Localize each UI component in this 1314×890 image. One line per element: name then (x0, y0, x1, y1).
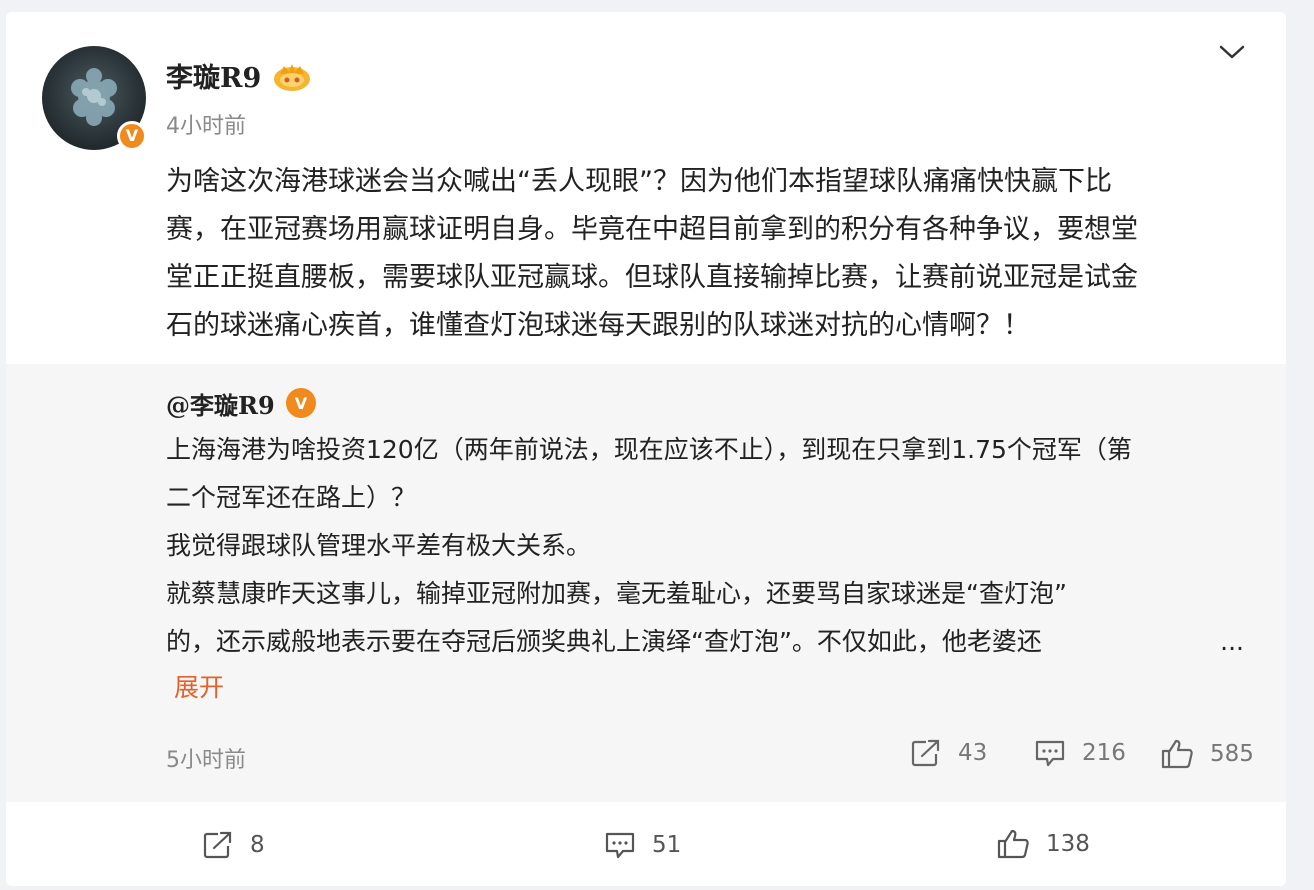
comment-count: 51 (652, 832, 682, 858)
ellipsis: ... (1220, 627, 1244, 656)
post-text-line: 为啥这次海港球迷会当众喊出“丢人现眼”？因为他们本指望球队痛痛快快赢下比 (166, 166, 1112, 197)
expand-link[interactable]: 展开 (174, 668, 224, 704)
repost-comment-button[interactable]: 216 (1034, 738, 1126, 768)
repost-like-count: 585 (1210, 741, 1254, 767)
comment-icon (605, 832, 635, 859)
repost-text: 上海海港为啥投资120亿（两年前说法，现在应该不止），到现在只拿到1.75个冠军… (166, 426, 1266, 666)
repost-like-button[interactable]: 585 (1160, 738, 1254, 770)
like-button[interactable]: 138 (996, 828, 1090, 860)
repost-share-button[interactable]: 43 (910, 738, 987, 768)
comment-button[interactable]: 51 (604, 830, 681, 860)
vip-crown-icon[interactable] (272, 60, 312, 92)
share-button[interactable]: 8 (202, 830, 265, 860)
repost-text-line: 二个冠军还在路上）？ (166, 483, 417, 512)
verified-icon: V (286, 388, 316, 418)
repost-comment-count: 216 (1082, 740, 1126, 766)
repost-text-line: 的，还示威般地表示要在夺冠后颁奖典礼上演绎“查灯泡”。不仅如此，他老婆还 ... (166, 618, 1266, 666)
repost-share-count: 43 (958, 740, 988, 766)
repost-text-line: 上海海港为啥投资120亿（两年前说法，现在应该不止），到现在只拿到1.75个冠军… (166, 435, 1132, 464)
comment-icon (1035, 740, 1065, 767)
author-name[interactable]: 李璇R9 (166, 56, 261, 95)
like-count: 138 (1046, 831, 1090, 857)
post-text-line: 石的球迷痛心疾首，谁懂查灯泡球迷每天跟别的队球迷对抗的心情啊？！ (166, 310, 1030, 341)
page-edge (1302, 0, 1314, 890)
post-timestamp: 4小时前 (166, 114, 246, 139)
share-count: 8 (250, 832, 265, 858)
repost-timestamp: 5小时前 (166, 748, 246, 773)
chevron-down-icon[interactable] (1218, 42, 1246, 62)
share-icon (911, 739, 940, 767)
share-icon (203, 831, 232, 859)
post-text-line: 堂正正挺直腰板，需要球队亚冠赢球。但球队直接输掉比赛，让赛前说亚冠是试金 (166, 262, 1138, 293)
like-icon (1161, 739, 1193, 769)
reposted-weibo[interactable]: @李璇R9 V 上海海港为啥投资120亿（两年前说法，现在应该不止），到现在只拿… (6, 364, 1286, 802)
repost-text-line: 我觉得跟球队管理水平差有极大关系。 (166, 531, 592, 560)
post-text: 为啥这次海港球迷会当众喊出“丢人现眼”？因为他们本指望球队痛痛快快赢下比 赛，在… (166, 158, 1266, 350)
like-icon (997, 829, 1029, 859)
post-text-line: 赛，在亚冠赛场用赢球证明自身。毕竟在中超目前拿到的积分有各种争议，要想堂 (166, 214, 1138, 245)
repost-text-line: 就蔡慧康昨天这事儿，输掉亚冠附加赛，毫无羞耻心，还要骂自家球迷是“查灯泡” (166, 579, 1067, 608)
repost-author-name[interactable]: @李璇R9 (166, 386, 275, 421)
verified-icon: V (117, 121, 147, 151)
